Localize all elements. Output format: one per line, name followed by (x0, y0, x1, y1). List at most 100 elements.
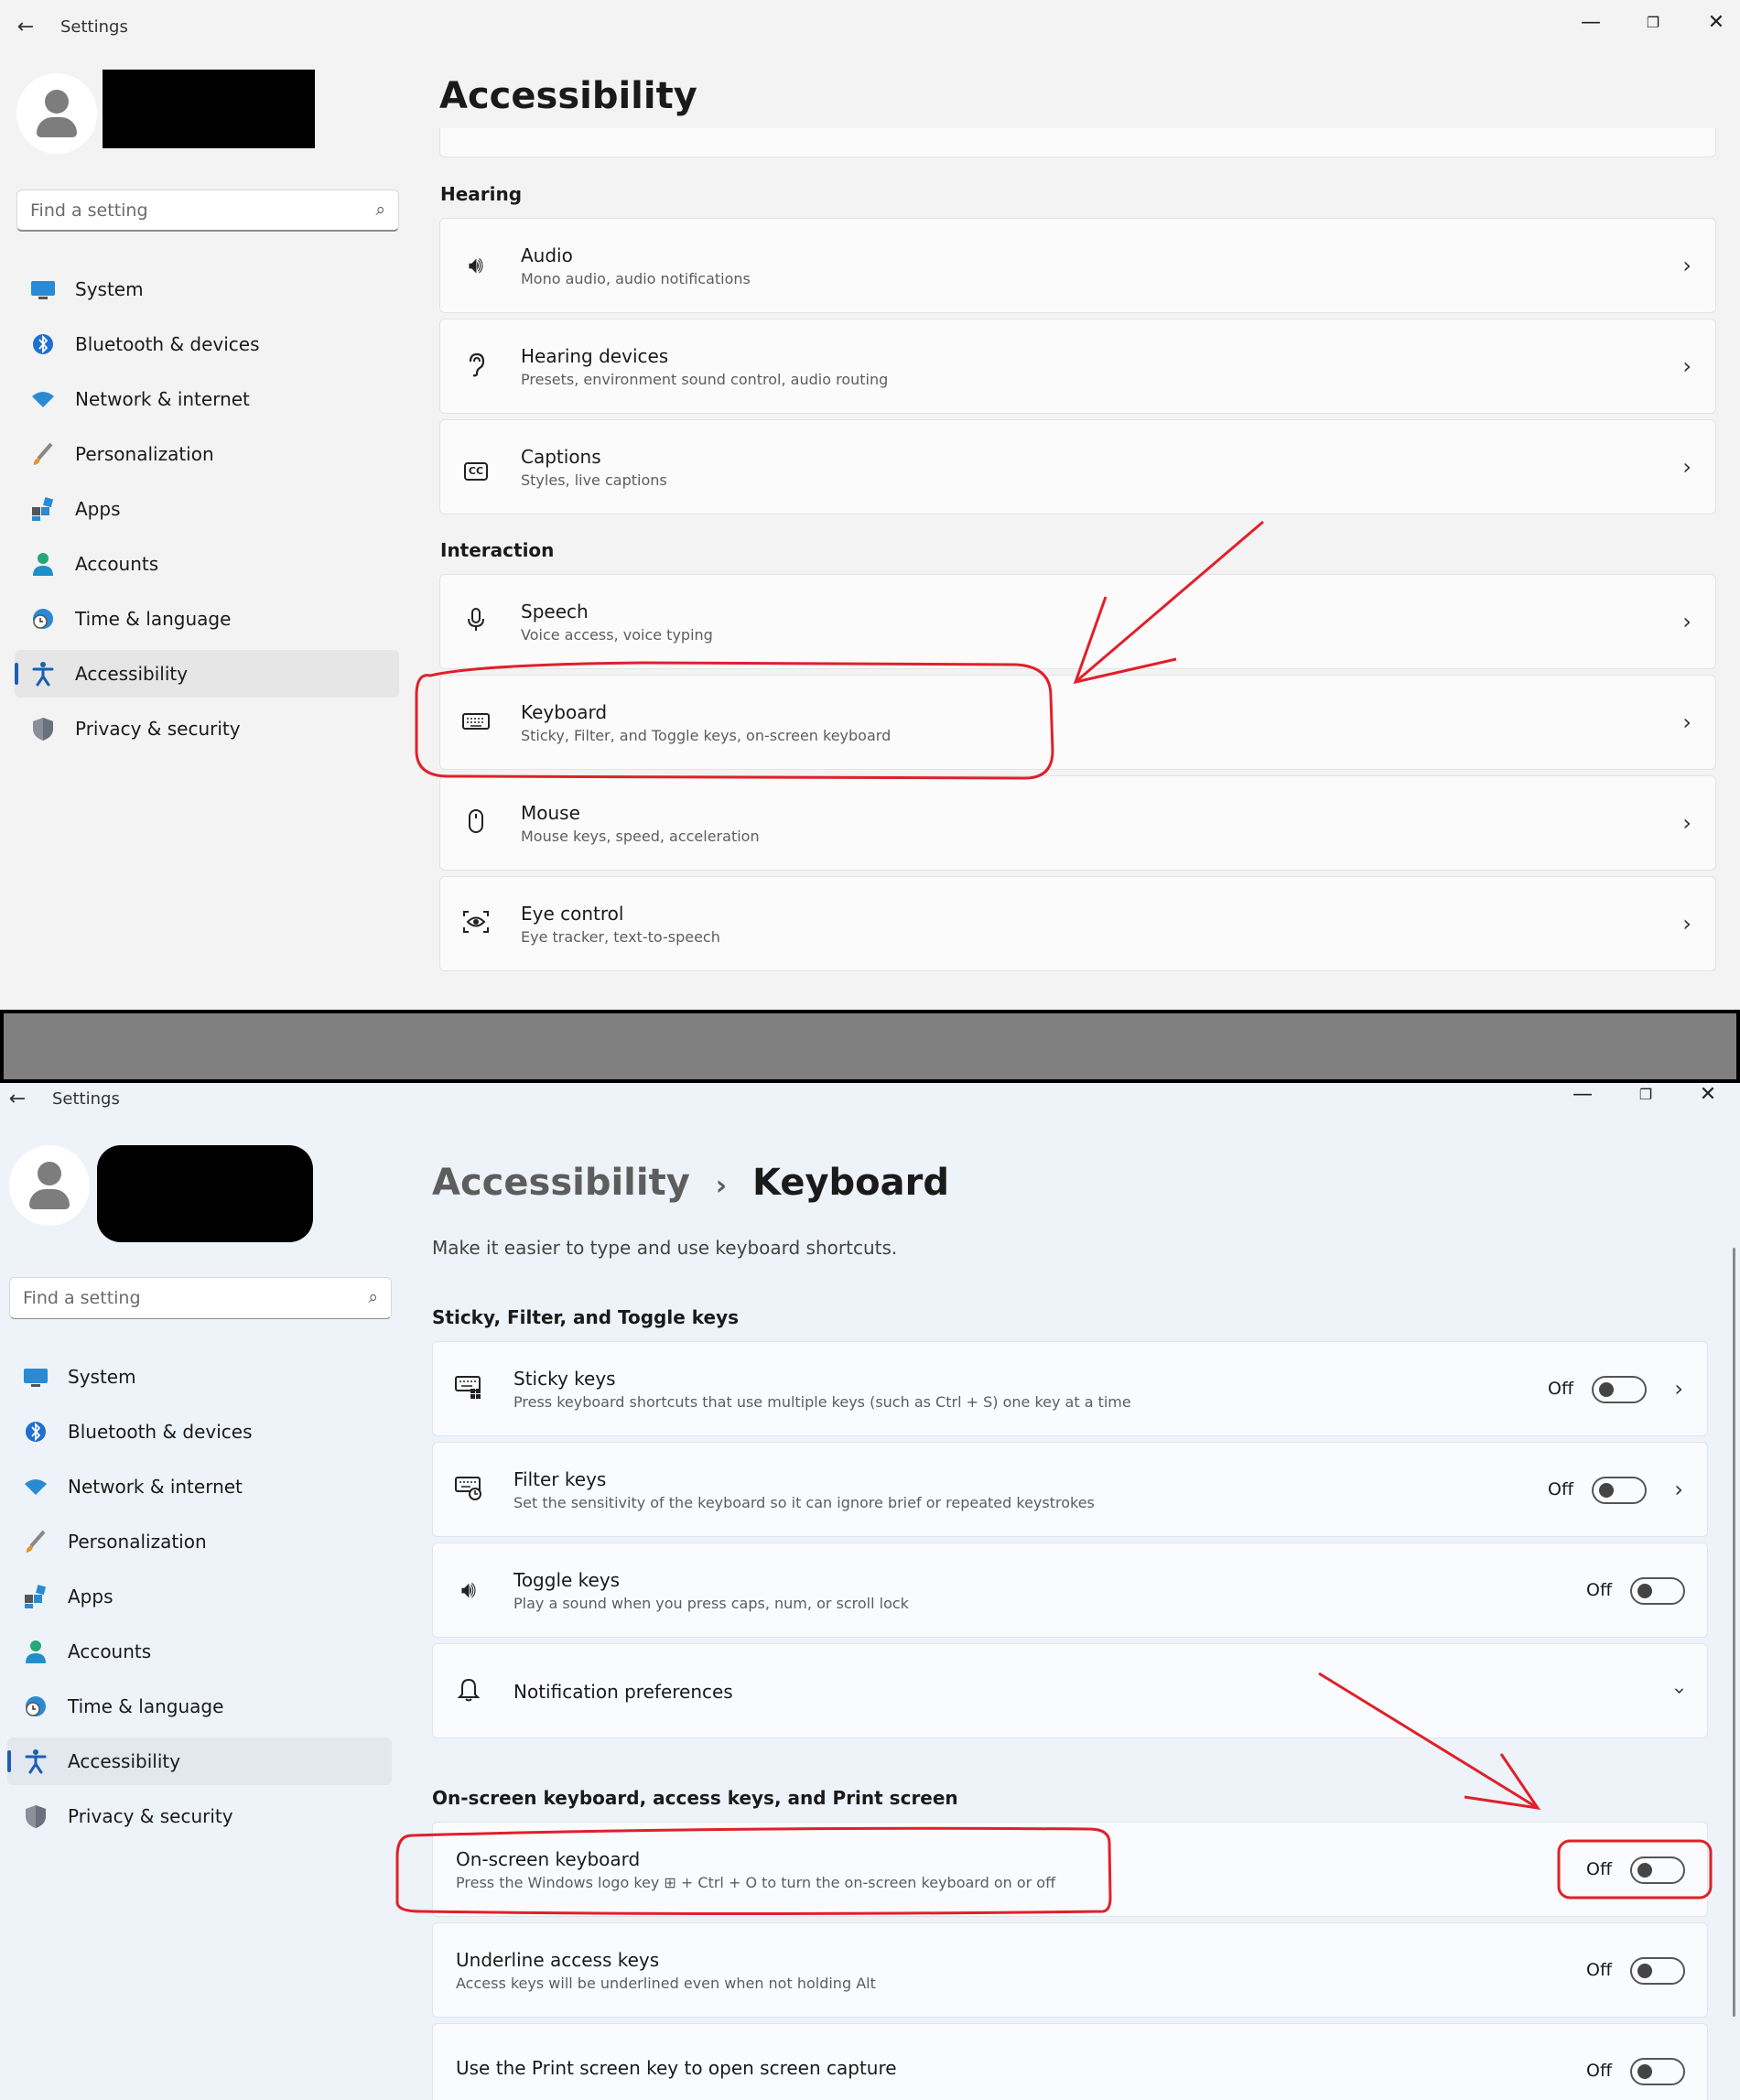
search-box[interactable]: ⌕ (9, 1277, 392, 1319)
settings-window-accessibility: ← Settings — ❐ ✕ ⌕ System Bluetooth & de… (0, 0, 1740, 1010)
card-toggle-keys[interactable]: 🔊︎ Toggle keys Play a sound when you pre… (432, 1543, 1708, 1638)
accessibility-icon (22, 1748, 49, 1775)
card-eye-control[interactable]: Eye control Eye tracker, text-to-speech … (439, 876, 1716, 971)
sidebar-item-label: System (68, 1366, 136, 1388)
card-on-screen-keyboard[interactable]: On-screen keyboard Press the Windows log… (432, 1822, 1708, 1917)
card-sticky-keys[interactable]: Sticky keys Press keyboard shortcuts tha… (432, 1341, 1708, 1436)
sidebar-item-label: Bluetooth & devices (75, 333, 260, 355)
speaker-icon: 🔊︎ (468, 252, 484, 279)
sidebar-item-accounts[interactable]: Accounts (7, 1628, 392, 1675)
sidebar-item-privacy[interactable]: Privacy & security (7, 1792, 392, 1840)
ear-icon (460, 351, 492, 382)
card-title: Notification preferences (513, 1681, 733, 1703)
card-audio[interactable]: 🔊︎ Audio Mono audio, audio notifications… (439, 218, 1716, 313)
breadcrumb: Accessibility › Keyboard (432, 1162, 949, 1204)
filter-keys-toggle[interactable] (1592, 1477, 1647, 1504)
sticky-keys-icon (453, 1373, 484, 1404)
sidebar-item-apps[interactable]: Apps (7, 1573, 392, 1620)
maximize-button[interactable]: ❐ (1627, 1079, 1664, 1110)
card-subtitle: Play a sound when you press caps, num, o… (513, 1595, 909, 1612)
app-title: Settings (60, 17, 128, 37)
card-subtitle: Set the sensitivity of the keyboard so i… (513, 1494, 1095, 1511)
redacted-username (103, 70, 315, 148)
breadcrumb-current: Keyboard (752, 1162, 950, 1204)
sticky-keys-toggle[interactable] (1592, 1376, 1647, 1403)
sidebar-item-label: Apps (75, 498, 121, 520)
card-hearing-devices[interactable]: Hearing devices Presets, environment sou… (439, 319, 1716, 414)
redacted-username (97, 1145, 313, 1242)
avatar[interactable] (9, 1145, 90, 1226)
eye-control-icon (460, 908, 492, 939)
close-button[interactable]: ✕ (1690, 1079, 1726, 1110)
card-print-screen[interactable]: Use the Print screen key to open screen … (432, 2023, 1708, 2100)
sidebar-item-accessibility[interactable]: Accessibility (15, 650, 399, 698)
breadcrumb-parent[interactable]: Accessibility (432, 1162, 690, 1204)
search-input[interactable] (30, 199, 360, 222)
red-arrow-head-bottom (1464, 1753, 1541, 1810)
card-title: Captions (521, 446, 601, 468)
chevron-right-icon[interactable]: › (1674, 1477, 1683, 1502)
minimize-button[interactable]: — (1564, 1079, 1601, 1110)
sidebar-item-system[interactable]: System (15, 265, 399, 313)
sidebar-item-label: Time & language (75, 608, 232, 630)
person-icon (29, 550, 57, 578)
card-mouse[interactable]: Mouse Mouse keys, speed, acceleration › (439, 775, 1716, 871)
search-box[interactable]: ⌕ (16, 189, 399, 232)
sidebar-item-network[interactable]: Network & internet (7, 1463, 392, 1510)
print-screen-toggle[interactable] (1630, 2058, 1685, 2085)
sidebar-item-label: System (75, 278, 144, 300)
sidebar-item-bluetooth[interactable]: Bluetooth & devices (15, 320, 399, 368)
search-icon[interactable]: ⌕ (368, 1287, 378, 1307)
back-arrow-icon[interactable]: ← (13, 15, 38, 40)
sidebar-item-accessibility[interactable]: Accessibility (7, 1737, 392, 1785)
sidebar-item-network[interactable]: Network & internet (15, 375, 399, 423)
sidebar-item-label: Personalization (75, 443, 214, 465)
sidebar-item-time-language[interactable]: Time & language (7, 1683, 392, 1730)
back-arrow-icon[interactable]: ← (5, 1087, 30, 1112)
card-filter-keys[interactable]: Filter keys Set the sensitivity of the k… (432, 1442, 1708, 1537)
section-header-on-screen-keyboard: On-screen keyboard, access keys, and Pri… (432, 1787, 958, 1809)
chevron-right-icon: › (1682, 253, 1691, 278)
card-underline-access-keys[interactable]: Underline access keys Access keys will b… (432, 1922, 1708, 2018)
minimize-button[interactable]: — (1572, 7, 1609, 38)
sidebar-item-personalization[interactable]: Personalization (15, 430, 399, 478)
sidebar-item-personalization[interactable]: Personalization (7, 1518, 392, 1565)
scrollbar[interactable] (1733, 1248, 1735, 2017)
card-captions[interactable]: CC Captions Styles, live captions › (439, 419, 1716, 514)
toggle-state-label: Off (1548, 1379, 1574, 1399)
card-speech[interactable]: Speech Voice access, voice typing › (439, 574, 1716, 669)
sidebar-item-time-language[interactable]: Time & language (15, 595, 399, 643)
search-icon[interactable]: ⌕ (375, 200, 385, 220)
sidebar-item-label: Privacy & security (68, 1805, 233, 1827)
chevron-right-icon[interactable]: › (1674, 1376, 1683, 1402)
sidebar-item-label: Accounts (75, 553, 159, 575)
chevron-down-icon[interactable]: › (1668, 1687, 1691, 1695)
sidebar-item-bluetooth[interactable]: Bluetooth & devices (7, 1408, 392, 1456)
breadcrumb-separator-icon: › (715, 1170, 728, 1202)
underline-access-keys-toggle[interactable] (1630, 1957, 1685, 1985)
avatar[interactable] (16, 73, 97, 154)
sidebar-item-system[interactable]: System (7, 1353, 392, 1401)
card-subtitle: Mouse keys, speed, acceleration (521, 828, 760, 845)
close-button[interactable]: ✕ (1698, 7, 1735, 38)
chevron-right-icon: › (1682, 709, 1691, 735)
search-input[interactable] (23, 1286, 352, 1310)
sidebar-item-label: Privacy & security (75, 718, 241, 740)
card-title: Toggle keys (513, 1569, 621, 1591)
sidebar-item-privacy[interactable]: Privacy & security (15, 705, 399, 752)
card-notification-preferences[interactable]: Notification preferences › (432, 1643, 1708, 1738)
microphone-icon (460, 606, 492, 637)
wifi-icon (22, 1473, 49, 1500)
card-subtitle: Styles, live captions (521, 471, 667, 489)
maximize-button[interactable]: ❐ (1635, 7, 1671, 38)
wifi-icon (29, 385, 57, 413)
card-keyboard[interactable]: Keyboard Sticky, Filter, and Toggle keys… (439, 675, 1716, 770)
sidebar-item-label: Accessibility (75, 663, 189, 685)
sidebar-item-accounts[interactable]: Accounts (15, 540, 399, 588)
screenshot-divider (0, 1010, 1740, 1083)
sidebar-nav: System Bluetooth & devices Network & int… (7, 1353, 392, 1847)
sidebar-item-apps[interactable]: Apps (15, 485, 399, 533)
toggle-keys-toggle[interactable] (1630, 1577, 1685, 1605)
chevron-right-icon: › (1682, 810, 1691, 836)
on-screen-keyboard-toggle[interactable] (1630, 1856, 1685, 1884)
